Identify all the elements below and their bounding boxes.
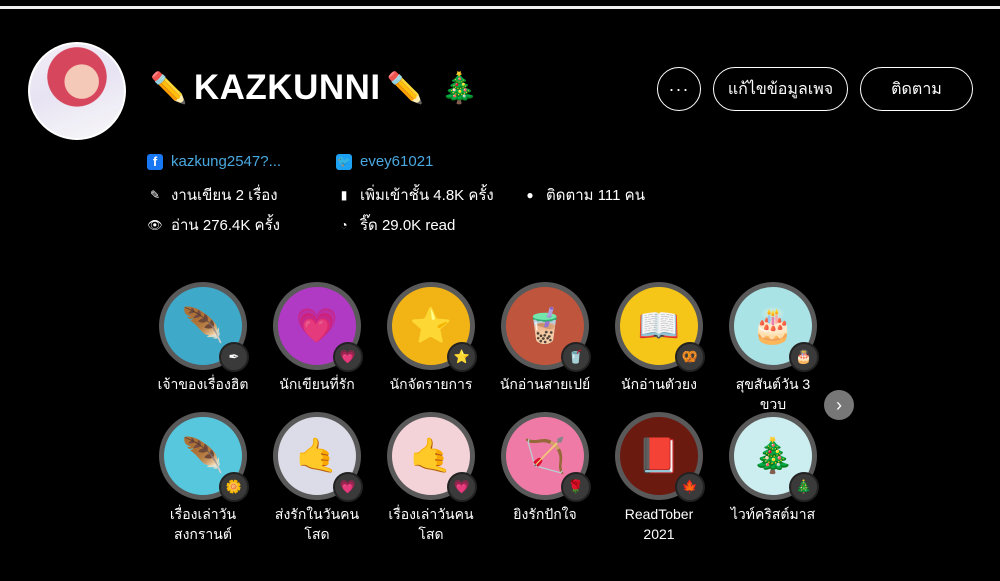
badge-item[interactable]: ⭐ ⭐ นักจัดรายการ xyxy=(381,282,481,394)
stat-shelved: ▮ เพิ่มเข้าชั้น 4.8K ครั้ง xyxy=(336,183,494,207)
badge-label: สุขสันต์วัน 3 ขวบ xyxy=(735,376,811,412)
heart-icon: 💗 xyxy=(333,472,363,502)
badge-item[interactable]: 🎄 🎄 ไวท์คริสต์มาส xyxy=(723,412,823,524)
rose-icon: 🌹 xyxy=(561,472,591,502)
badge-item[interactable]: 📖 🥨 นักอ่านตัวยง xyxy=(609,282,709,394)
badge-item[interactable]: 🏹 🌹 ยิงรักปักใจ xyxy=(495,412,595,524)
cake-icon: 🎂 xyxy=(789,342,819,372)
quill-icon: ✒ xyxy=(219,342,249,372)
badge-label: นักเขียนที่รัก xyxy=(279,376,355,392)
badge-item[interactable]: 🎂 🎂 สุขสันต์วัน 3 ขวบ xyxy=(723,282,823,414)
twitter-icon: 🐦 xyxy=(336,153,352,170)
chevron-right-icon[interactable]: › xyxy=(824,390,854,420)
badge-item[interactable]: 🪶 ✒ เจ้าของเรื่องฮิต xyxy=(153,282,253,394)
profile-name: ✏️ KAZKUNNI ✏️ 🎄 xyxy=(150,68,478,108)
badge-item[interactable]: 📕 🍁 ReadTober 2021 xyxy=(609,412,709,544)
stat-followers-text: ติดตาม 111 คน xyxy=(546,187,645,204)
badge-label: เรื่องเล่าวันคนโสด xyxy=(388,506,474,542)
stat-reads: 👁 อ่าน 276.4K ครั้ง xyxy=(147,213,280,237)
twitter-link[interactable]: 🐦 evey61021 xyxy=(336,153,433,170)
stat-shelved-text: เพิ่มเข้าชั้น 4.8K ครั้ง xyxy=(360,187,494,204)
stat-followers: ● ติดตาม 111 คน xyxy=(522,183,645,207)
pencil-icon: ✏️ xyxy=(386,71,425,105)
follow-button[interactable]: ติดตาม xyxy=(860,67,973,111)
badge-label: นักจัดรายการ xyxy=(389,376,473,392)
badge-label: นักอ่านตัวยง xyxy=(621,376,697,392)
pretzel-icon: 🥨 xyxy=(675,342,705,372)
badge-label: เรื่องเล่าวันสงกรานต์ xyxy=(169,506,237,542)
bookmark-icon: ▮ xyxy=(340,188,348,202)
eye-icon: 👁 xyxy=(147,218,163,232)
leaf-icon: 🍁 xyxy=(675,472,705,502)
stat-works: ✎ งานเขียน 2 เรื่อง xyxy=(147,183,278,207)
twitter-handle[interactable]: evey61021 xyxy=(360,153,433,170)
badge-label: ส่งรักในวันคนโสด xyxy=(274,506,360,542)
flower-icon: 🌼 xyxy=(219,472,249,502)
avatar[interactable] xyxy=(28,42,126,140)
badge-item[interactable]: 🤙 💗 เรื่องเล่าวันคนโสด xyxy=(381,412,481,544)
facebook-link[interactable]: f kazkung2547?... xyxy=(147,153,281,170)
stat-reads-text: อ่าน 276.4K ครั้ง xyxy=(171,217,280,234)
holly-icon: 🎄 xyxy=(789,472,819,502)
badge-label: นักอ่านสายเปย์ xyxy=(499,376,591,392)
heart-icon: 💗 xyxy=(447,472,477,502)
facebook-handle[interactable]: kazkung2547?... xyxy=(171,153,281,170)
badge-item[interactable]: 🤙 💗 ส่งรักในวันคนโสด xyxy=(267,412,367,544)
heart-icon: 💗 xyxy=(333,342,363,372)
user-icon: ● xyxy=(526,188,534,202)
pen-icon: ✎ xyxy=(149,188,161,202)
badge-item[interactable]: 💗 💗 นักเขียนที่รัก xyxy=(267,282,367,394)
stat-ric-text: ริ๊ด 29.0K read xyxy=(360,217,456,234)
ric-icon: ◔ xyxy=(340,218,348,232)
profile-name-text: KAZKUNNI xyxy=(193,68,381,107)
tea-icon: 🥤 xyxy=(561,342,591,372)
star-icon: ⭐ xyxy=(447,342,477,372)
badge-item[interactable]: 🧋 🥤 นักอ่านสายเปย์ xyxy=(495,282,595,394)
edit-page-button[interactable]: แก้ไขข้อมูลเพจ xyxy=(713,67,848,111)
stat-ric: ◔ ริ๊ด 29.0K read xyxy=(336,213,455,237)
pencil-icon: ✏️ xyxy=(150,71,188,105)
more-button[interactable]: ··· xyxy=(657,67,701,111)
badge-item[interactable]: 🪶 🌼 เรื่องเล่าวันสงกรานต์ xyxy=(153,412,253,544)
badge-label: ReadTober 2021 xyxy=(624,506,694,542)
top-divider xyxy=(0,6,1000,9)
stat-works-text: งานเขียน 2 เรื่อง xyxy=(171,187,278,204)
facebook-icon: f xyxy=(147,153,163,170)
badge-label: เจ้าของเรื่องฮิต xyxy=(157,376,249,392)
badge-label: ยิงรักปักใจ xyxy=(513,506,577,522)
badge-label: ไวท์คริสต์มาส xyxy=(730,506,816,522)
holly-icon: 🎄 xyxy=(440,71,479,105)
